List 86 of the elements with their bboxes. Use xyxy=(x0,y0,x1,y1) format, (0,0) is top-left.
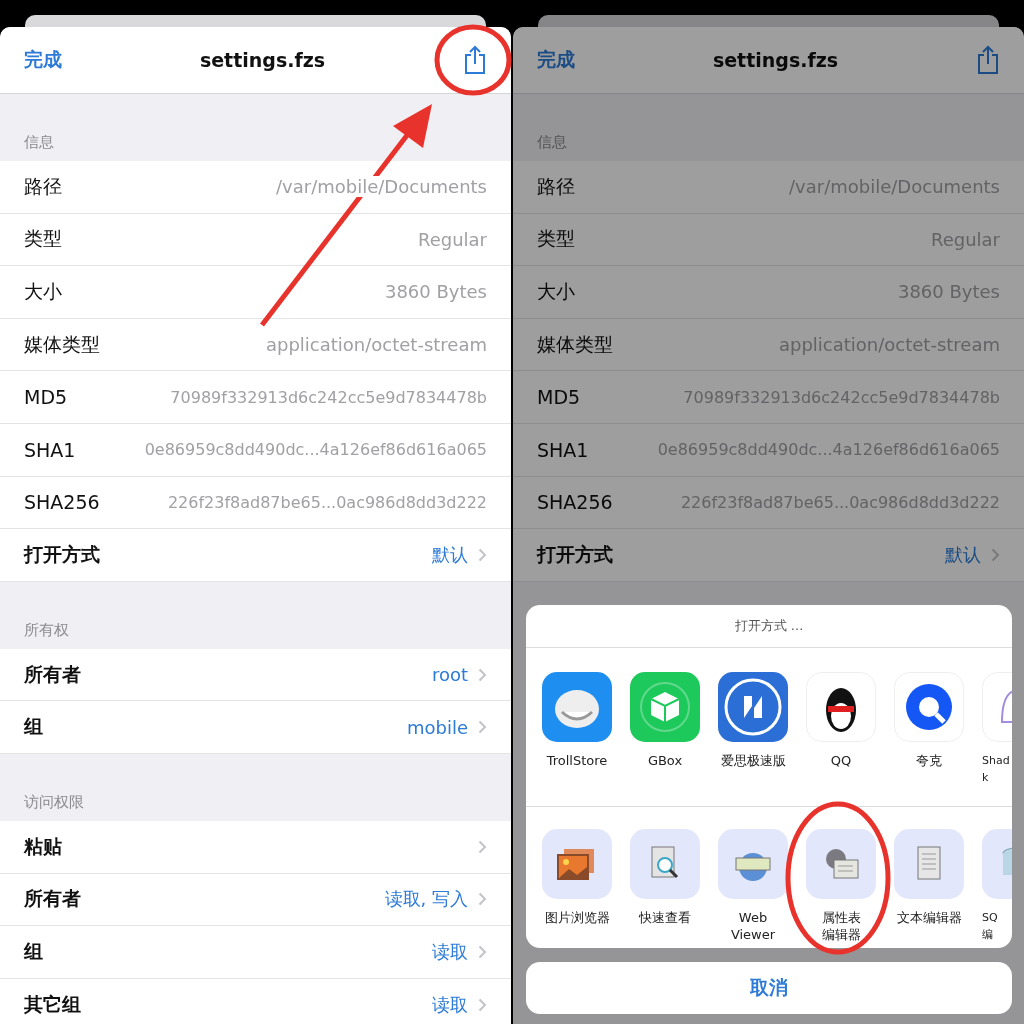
row-value: 默认 xyxy=(432,542,468,567)
row-value: /var/mobile/Documents xyxy=(789,176,1000,198)
app-icon[interactable] xyxy=(806,672,876,742)
row-label: 路径 xyxy=(24,173,62,199)
row-label: SHA1 xyxy=(537,438,589,461)
list-row[interactable]: 打开方式 默认 xyxy=(513,529,1024,582)
row-value: root xyxy=(431,664,468,686)
row-label: MD5 xyxy=(537,386,581,409)
row-label: 粘贴 xyxy=(24,833,62,859)
section-header: 信息 xyxy=(537,133,567,152)
row-label: 类型 xyxy=(24,226,62,252)
row-value: application/octet-stream xyxy=(778,334,1000,356)
app-label: TrollStore xyxy=(546,752,608,769)
section-header: 访问权限 xyxy=(24,792,84,812)
section-header: 所有权 xyxy=(24,620,69,640)
sheet-title: 打开方式 ... xyxy=(734,617,804,635)
row-value: 0e86959c8dd490dc...4a126ef86d616a065 xyxy=(657,440,1000,460)
list-row[interactable]: 粘贴 xyxy=(0,820,511,874)
row-label: 路径 xyxy=(537,173,575,199)
window-title: settings.fzs xyxy=(199,49,326,71)
row-label: 大小 xyxy=(537,279,575,304)
app-label: 属性表 编辑器 xyxy=(821,909,861,943)
app-label: 爱思极速版 xyxy=(720,752,786,769)
window-title: settings.fzs xyxy=(712,49,839,71)
app-label: Web Viewer xyxy=(730,909,776,943)
chevron-icon xyxy=(478,892,487,907)
list-row[interactable]: 所有者 读取, 写入 xyxy=(0,873,511,927)
row-value: 70989f332913d6c242cc5e9d7834478b xyxy=(170,387,487,407)
row-label: 所有者 xyxy=(24,886,81,912)
row-value: Regular xyxy=(930,228,1000,250)
chevron-icon xyxy=(991,547,1000,562)
app-label: 图片浏览器 xyxy=(544,909,610,926)
row-label: 类型 xyxy=(537,226,575,252)
row-label: SHA256 xyxy=(24,491,100,514)
share-icon[interactable] xyxy=(463,45,487,75)
app-label: 文本编辑器 xyxy=(896,909,962,926)
row-label: SHA1 xyxy=(24,438,76,461)
row-label: 媒体类型 xyxy=(537,331,613,357)
list-row[interactable]: 其它组 读取 xyxy=(0,978,511,1024)
chevron-icon xyxy=(478,667,487,682)
row-label: 所有者 xyxy=(24,661,81,687)
row-value: 默认 xyxy=(945,542,981,567)
row-value: application/octet-stream xyxy=(265,334,487,356)
cancel-button[interactable]: 取消 xyxy=(526,962,1012,1014)
row-value: /var/mobile/Documents xyxy=(276,176,487,198)
done-button[interactable]: 完成 xyxy=(24,47,62,73)
row-value: 226f23f8ad87be65...0ac986d8dd3d222 xyxy=(167,492,487,512)
row-label: 打开方式 xyxy=(537,541,613,567)
app-label: Shad k xyxy=(982,753,1010,786)
row-value: 读取 xyxy=(432,939,468,964)
section-header: 信息 xyxy=(24,133,54,152)
row-label: 媒体类型 xyxy=(24,331,100,357)
row-value: 226f23f8ad87be65...0ac986d8dd3d222 xyxy=(680,492,1000,512)
row-label: SHA256 xyxy=(537,491,613,514)
list-row[interactable]: 组 读取 xyxy=(0,926,511,979)
row-label: 组 xyxy=(24,714,43,740)
chevron-icon xyxy=(478,547,487,562)
list-row[interactable]: 所有者 root xyxy=(0,648,511,702)
row-label: 其它组 xyxy=(24,991,81,1017)
row-value: 70989f332913d6c242cc5e9d7834478b xyxy=(683,387,1000,407)
app-label: 快速查看 xyxy=(639,909,691,926)
chevron-icon xyxy=(478,944,487,959)
app-label: GBox xyxy=(647,752,683,769)
row-label: MD5 xyxy=(24,386,68,409)
share-icon[interactable] xyxy=(976,45,1000,75)
row-label: 打开方式 xyxy=(24,541,100,567)
action-icon[interactable] xyxy=(718,829,788,899)
list-row[interactable]: 组 mobile xyxy=(0,701,511,754)
chevron-icon xyxy=(478,839,487,854)
chevron-icon xyxy=(478,720,487,735)
list-row[interactable]: 打开方式 默认 xyxy=(0,529,511,582)
row-value: 读取, 写入 xyxy=(384,887,468,912)
app-label: QQ xyxy=(830,752,852,769)
chevron-icon xyxy=(478,997,487,1012)
row-value: Regular xyxy=(417,228,487,250)
action-icon[interactable] xyxy=(806,829,876,899)
app-label: 夸克 xyxy=(916,752,942,769)
app-label: SQ 编 xyxy=(982,910,998,943)
action-icon[interactable] xyxy=(542,829,612,899)
row-label: 大小 xyxy=(24,279,62,304)
row-value: mobile xyxy=(406,716,468,738)
row-value: 读取 xyxy=(432,992,468,1017)
row-value: 3860 Bytes xyxy=(897,281,1000,303)
row-value: 3860 Bytes xyxy=(384,281,487,303)
row-value: 0e86959c8dd490dc...4a126ef86d616a065 xyxy=(144,440,487,460)
row-label: 组 xyxy=(24,938,43,964)
